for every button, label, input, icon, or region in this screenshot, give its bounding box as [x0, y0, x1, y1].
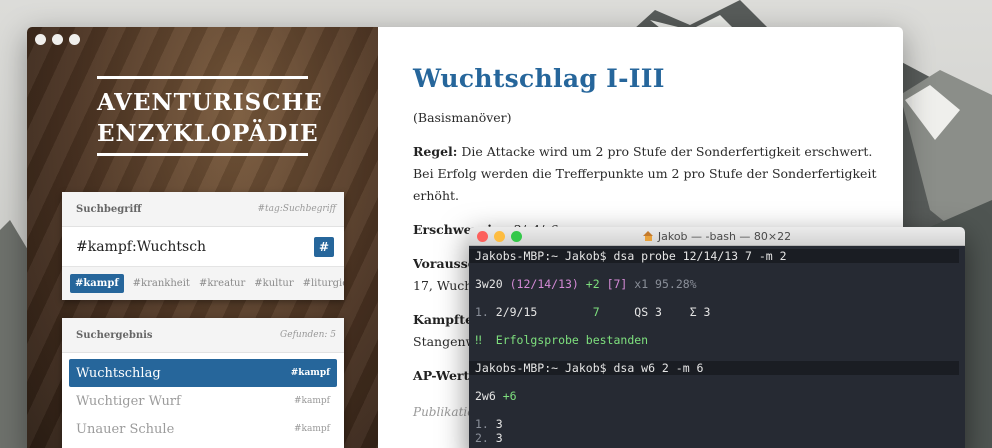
- terminal-zoom-button[interactable]: [511, 231, 522, 242]
- search-panel-title: Suchbegriff: [76, 203, 142, 215]
- ap-wert-label: AP-Wert:: [413, 368, 474, 383]
- result-list: Wuchtschlag #kampf Wuchtiger Wurf #kampf…: [62, 353, 344, 443]
- list-item[interactable]: Unauer Schule #kampf: [69, 415, 337, 443]
- logo-rule-bottom: [97, 153, 308, 156]
- result-tag: #kampf: [294, 424, 330, 434]
- roll-remaining: 7: [592, 305, 600, 319]
- probability: x1 95.28%: [634, 277, 697, 291]
- roll-value: 3: [495, 417, 503, 431]
- logo-rule-top: [97, 76, 308, 79]
- terminal-command-1: Jakobs-MBP:~ Jakob$ dsa probe 12/14/13 7…: [469, 249, 959, 263]
- result-tag: #kampf: [294, 396, 330, 406]
- search-input[interactable]: #kampf:Wuchtsch: [76, 239, 206, 255]
- tag-liturgie[interactable]: #liturgie: [303, 278, 344, 289]
- search-panel-header: Suchbegriff #tag:Suchbegriff: [62, 192, 344, 227]
- result-count: Gefunden: 5: [280, 330, 336, 340]
- attribute-values: (12/14/13): [509, 277, 586, 291]
- tag-hash-button[interactable]: #: [314, 236, 334, 257]
- terminal-result-line: 3w20 (12/14/13) +2 [7] x1 95.28%: [475, 277, 965, 291]
- close-window-button[interactable]: [35, 34, 46, 45]
- roll-sum: Σ 3: [689, 305, 711, 319]
- result-name: Unauer Schule: [76, 421, 175, 437]
- result-panel-header: Suchergebnis Gefunden: 5: [62, 318, 344, 353]
- result-name: Wuchtiger Wurf: [76, 393, 181, 409]
- result-panel-title: Suchergebnis: [76, 329, 153, 341]
- search-input-row: #kampf:Wuchtsch #: [62, 227, 344, 267]
- logo-line-2: ENZYKLOPÄDIE: [97, 120, 319, 147]
- home-icon: [642, 231, 654, 241]
- terminal-title-text: Jakob — -bash — 80×22: [657, 229, 792, 243]
- regel-label: Regel:: [413, 144, 458, 159]
- regel-text: Die Attacke wird um 2 pro Stufe der Sond…: [413, 144, 877, 203]
- terminal-roll-line: 1. 2/9/15 7 QS 3 Σ 3: [475, 305, 965, 319]
- dice-expression-2: 2w6: [475, 389, 503, 403]
- roll-index: 2.: [475, 431, 496, 445]
- app-logo: AVENTURISCHE ENZYKLOPÄDIE: [97, 76, 323, 156]
- dice-expression: 3w20: [475, 277, 510, 291]
- logo-line-1: AVENTURISCHE: [97, 89, 323, 116]
- skill-value: [7]: [606, 277, 635, 291]
- article-subtitle: (Basismanöver): [413, 110, 512, 125]
- terminal-roll-2: 2. 3: [475, 431, 965, 445]
- terminal-dice-line: 2w6 +6: [475, 389, 965, 403]
- terminal-command-2: Jakobs-MBP:~ Jakob$ dsa w6 2 -m 6: [469, 361, 959, 375]
- tag-kreatur[interactable]: #kreatur: [199, 278, 245, 289]
- terminal-title-bar: Jakob — -bash — 80×22: [469, 227, 965, 246]
- terminal-window-controls: [477, 231, 522, 242]
- list-item[interactable]: Wuchtiger Wurf #kampf: [69, 387, 337, 415]
- sidebar: AVENTURISCHE ENZYKLOPÄDIE Suchbegriff #t…: [27, 27, 378, 448]
- tag-filter-row: #kampf #krankheit #kreatur #kultur #litu…: [62, 267, 344, 300]
- voraussetzung-label: Vorausse: [413, 256, 476, 271]
- voraussetzung-text: 17, Wucht: [413, 278, 478, 293]
- search-panel: Suchbegriff #tag:Suchbegriff #kampf:Wuch…: [62, 192, 344, 300]
- roll-value: 3: [495, 431, 503, 445]
- tag-kampf[interactable]: #kampf: [70, 274, 124, 293]
- tag-krankheit[interactable]: #krankheit: [133, 278, 190, 289]
- article-title: Wuchtschlag I-III: [413, 64, 665, 93]
- terminal-output[interactable]: Jakobs-MBP:~ Jakob$ dsa probe 12/14/13 7…: [469, 246, 965, 445]
- terminal-success-line: ‼ Erfolgsprobe bestanden: [475, 333, 649, 347]
- window-controls: [35, 34, 80, 45]
- result-panel: Suchergebnis Gefunden: 5 Wuchtschlag #ka…: [62, 318, 344, 448]
- roll-index: 1.: [475, 417, 496, 431]
- roll-values: 2/9/15: [495, 305, 538, 319]
- minimize-window-button[interactable]: [52, 34, 63, 45]
- terminal-minimize-button[interactable]: [494, 231, 505, 242]
- terminal-title: Jakob — -bash — 80×22: [642, 229, 792, 243]
- list-item[interactable]: Wuchtschlag #kampf: [69, 359, 337, 387]
- result-tag: #kampf: [290, 368, 330, 378]
- search-panel-hint: #tag:Suchbegriff: [257, 204, 336, 214]
- modifier: +2: [585, 277, 607, 291]
- result-name: Wuchtschlag: [76, 365, 161, 381]
- roll-qs: QS 3: [634, 305, 662, 319]
- terminal-window: Jakob — -bash — 80×22 Jakobs-MBP:~ Jakob…: [469, 227, 965, 448]
- roll-index: 1.: [475, 305, 496, 319]
- article-regel: Regel: Die Attacke wird um 2 pro Stufe d…: [413, 141, 883, 207]
- zoom-window-button[interactable]: [69, 34, 80, 45]
- modifier-2: +6: [502, 389, 517, 403]
- tag-kultur[interactable]: #kultur: [254, 278, 293, 289]
- terminal-roll-1: 1. 3: [475, 417, 965, 431]
- terminal-close-button[interactable]: [477, 231, 488, 242]
